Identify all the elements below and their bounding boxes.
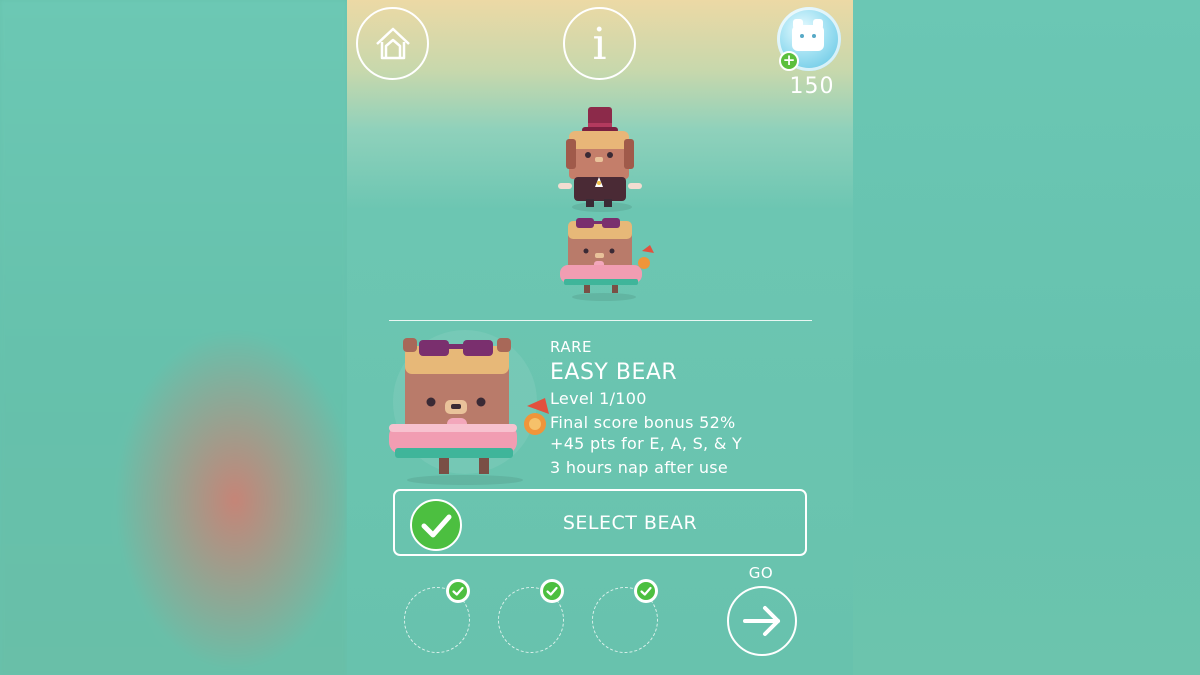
bear-rarity: RARE bbox=[550, 338, 592, 356]
blurred-right-background bbox=[853, 0, 1200, 675]
arrow-right-icon bbox=[743, 606, 780, 636]
slot-check-icon bbox=[540, 579, 564, 603]
bear-face-icon bbox=[792, 19, 824, 51]
checkmark-icon bbox=[410, 499, 462, 551]
bear-name: EASY BEAR bbox=[550, 360, 678, 385]
eye bbox=[812, 34, 816, 38]
info-icon: i bbox=[592, 18, 607, 70]
slot-check-icon bbox=[446, 579, 470, 603]
nap-duration: 3 hours nap after use bbox=[550, 458, 729, 477]
home-icon bbox=[375, 27, 410, 59]
blurred-left-background bbox=[0, 0, 347, 675]
gentleman-bear-character bbox=[558, 107, 642, 212]
eye bbox=[800, 34, 804, 38]
go-button[interactable] bbox=[727, 586, 797, 656]
select-bear-button[interactable]: SELECT BEAR bbox=[393, 489, 807, 556]
info-button[interactable]: i bbox=[563, 7, 636, 80]
currency-amount: 150 bbox=[789, 74, 835, 99]
easy-bear-small-character bbox=[560, 218, 654, 301]
slot-check-icon bbox=[634, 579, 658, 603]
easy-bear-portrait bbox=[389, 330, 549, 485]
go-label: GO bbox=[748, 564, 774, 582]
game-screen: i + 150 RARE EASY BEAR Level 1/100 Final… bbox=[347, 0, 853, 675]
bear-level: Level 1/100 bbox=[550, 389, 647, 408]
home-button[interactable] bbox=[356, 7, 429, 80]
score-bonus: Final score bonus 52% bbox=[550, 413, 736, 432]
select-bear-label: SELECT BEAR bbox=[562, 512, 698, 534]
letter-points: +45 pts for E, A, S, & Y bbox=[550, 434, 743, 453]
add-currency-icon[interactable]: + bbox=[779, 51, 799, 71]
